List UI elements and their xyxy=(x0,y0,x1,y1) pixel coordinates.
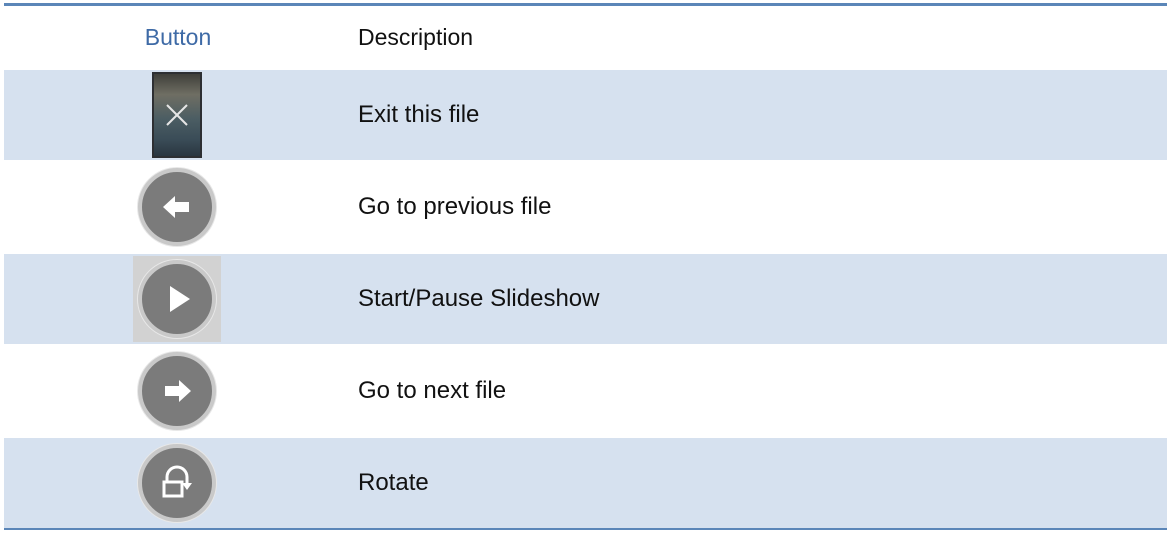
table-row: Rotate xyxy=(4,436,1167,528)
table-row: Start/Pause Slideshow xyxy=(4,252,1167,344)
header-cell-description: Description xyxy=(350,6,1167,68)
play-icon xyxy=(138,260,216,338)
description-cell: Go to next file xyxy=(350,346,1167,436)
button-description-table: Button Description Exit this file Go to … xyxy=(4,3,1167,530)
table-row: Exit this file xyxy=(4,68,1167,160)
row-description: Exit this file xyxy=(358,101,480,128)
play-icon-background xyxy=(133,256,221,342)
button-cell xyxy=(4,254,350,344)
button-cell xyxy=(4,438,350,528)
rotate-icon xyxy=(138,444,216,522)
button-cell xyxy=(4,162,350,252)
row-description: Go to next file xyxy=(358,377,507,404)
header-button-label: Button xyxy=(144,23,212,50)
description-cell: Rotate xyxy=(350,438,1167,528)
button-cell xyxy=(4,70,350,160)
header-description-label: Description xyxy=(358,23,474,50)
close-icon xyxy=(152,72,202,158)
row-description: Start/Pause Slideshow xyxy=(358,285,600,312)
table-header-row: Button Description xyxy=(4,6,1167,68)
description-cell: Go to previous file xyxy=(350,162,1167,252)
button-cell xyxy=(4,346,350,436)
arrow-left-icon xyxy=(138,168,216,246)
table-row: Go to next file xyxy=(4,344,1167,436)
row-description: Go to previous file xyxy=(358,193,552,220)
table-row: Go to previous file xyxy=(4,160,1167,252)
header-cell-button: Button xyxy=(4,6,350,68)
row-description: Rotate xyxy=(358,469,429,496)
arrow-right-icon xyxy=(138,352,216,430)
description-cell: Start/Pause Slideshow xyxy=(350,254,1167,344)
description-cell: Exit this file xyxy=(350,70,1167,160)
